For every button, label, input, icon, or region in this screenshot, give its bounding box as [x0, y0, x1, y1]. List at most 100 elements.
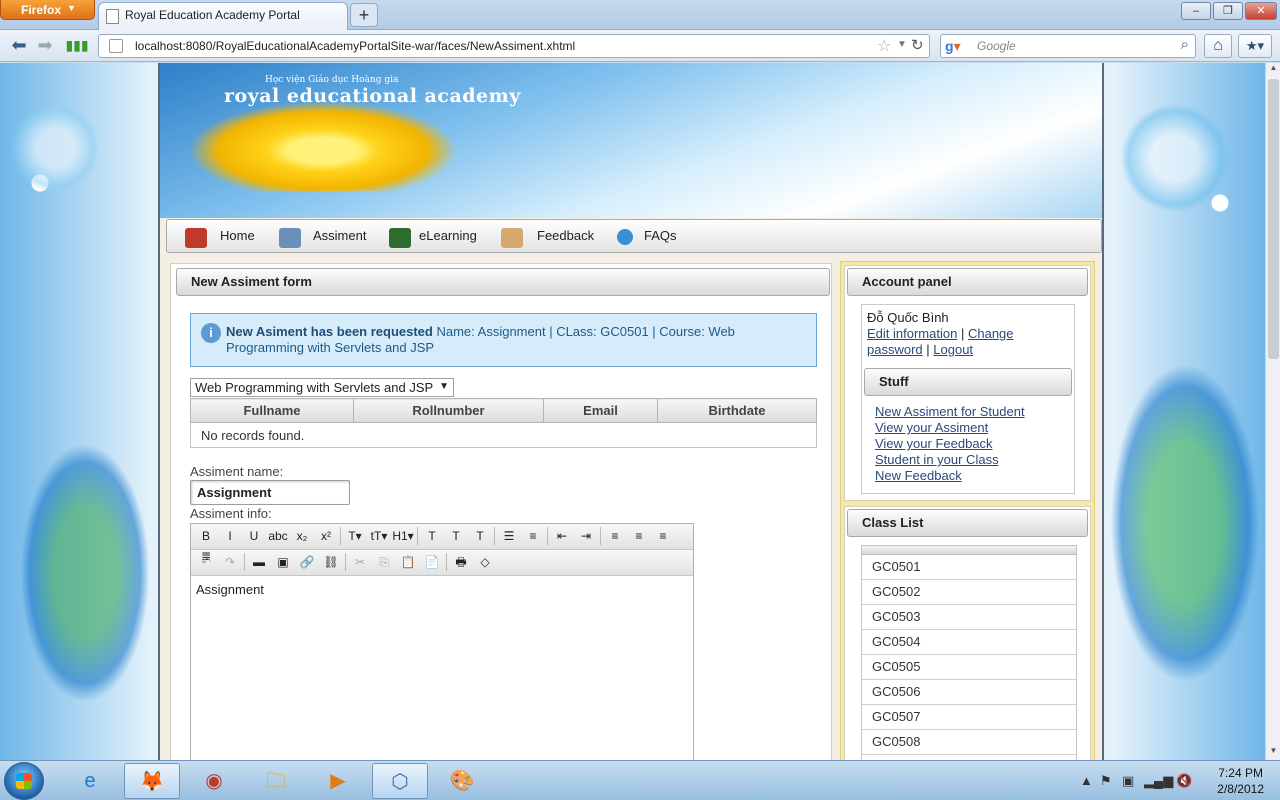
copy-button[interactable]: ⎘ — [373, 552, 395, 572]
menu-item-faqs[interactable]: FAQs — [644, 220, 677, 252]
course-select[interactable]: Web Programming with Servlets and JSP ▼ — [190, 378, 454, 397]
search-icon[interactable]: ⌕ — [1181, 36, 1189, 53]
highlight-color-button[interactable]: T — [445, 526, 467, 546]
class-list-item[interactable]: GC0507 — [862, 705, 1076, 730]
minimize-button[interactable]: – — [1181, 2, 1211, 20]
url-bar[interactable]: localhost:8080/RoyalEducationalAcademyPo… — [98, 34, 930, 58]
bookmarks-menu-icon[interactable]: ★▾ — [1238, 34, 1272, 58]
superscript-button[interactable]: x² — [315, 526, 337, 546]
assignment-name-input[interactable]: Assignment — [190, 480, 350, 505]
action-center-flag-icon[interactable]: ⚑ — [1100, 773, 1112, 789]
underline-button[interactable]: U — [243, 526, 265, 546]
column-header[interactable]: Rollnumber — [353, 398, 544, 423]
menu-item-home[interactable]: Home — [220, 220, 255, 252]
column-header[interactable]: Email — [543, 398, 658, 423]
subscript-button[interactable]: x₂ — [291, 526, 313, 546]
google-engine-icon[interactable]: g▾ — [945, 38, 961, 55]
close-window-button[interactable]: ✕ — [1245, 2, 1277, 20]
site-identity-icon — [109, 39, 123, 53]
column-header[interactable]: Fullname — [190, 398, 354, 423]
home-icon[interactable]: ⌂ — [1204, 34, 1232, 58]
menu-item-elearning[interactable]: eLearning — [419, 220, 477, 252]
font-size-button[interactable]: tT▾ — [368, 526, 390, 546]
stuff-link[interactable]: New Feedback — [875, 468, 1025, 484]
taskbar-firefox-icon[interactable]: 🦊 — [124, 763, 180, 799]
scrollbar-thumb[interactable] — [1268, 79, 1279, 359]
class-list-item[interactable]: GC0503 — [862, 605, 1076, 630]
insert-image-button[interactable]: ▣ — [272, 552, 294, 572]
search-input[interactable]: g▾ Google ⌕ — [940, 34, 1196, 58]
back-arrow-icon[interactable]: ⬅ — [6, 34, 32, 58]
url-history-dropdown-icon[interactable]: ▼ — [897, 39, 907, 50]
remove-format-button[interactable]: T — [469, 526, 491, 546]
font-family-button[interactable]: T▾ — [344, 526, 366, 546]
taskbar-chrome-icon[interactable]: ◉ — [186, 763, 242, 799]
taskbar-media-player-icon[interactable]: ▶ — [310, 763, 366, 799]
bold-button[interactable]: B — [195, 526, 217, 546]
class-list-item[interactable]: GC0501 — [862, 555, 1076, 580]
taskbar-clock[interactable]: 7:24 PM 2/8/2012 — [1217, 765, 1264, 797]
heading-button[interactable]: H1▾ — [392, 526, 414, 546]
show-hidden-icons-icon[interactable]: ▲ — [1080, 773, 1093, 788]
align-center-button[interactable]: ≡ — [628, 526, 650, 546]
italic-button[interactable]: I — [219, 526, 241, 546]
stuff-link[interactable]: New Assiment for Student — [875, 404, 1025, 420]
page-scrollbar[interactable]: ▲ ▼ — [1265, 63, 1280, 760]
bullet-list-button[interactable]: ☰ — [498, 526, 520, 546]
redo-button[interactable]: ↷ — [219, 552, 241, 572]
new-tab-button[interactable]: + — [350, 3, 378, 27]
class-list-item[interactable]: GC0504 — [862, 630, 1076, 655]
text-color-button[interactable]: T — [421, 526, 443, 546]
volume-muted-icon[interactable]: 🔇 — [1176, 773, 1192, 789]
scroll-up-icon[interactable]: ▲ — [1266, 63, 1280, 77]
stuff-link[interactable]: View your Assiment — [875, 420, 1025, 436]
stuff-link[interactable]: Student in your Class — [875, 452, 1025, 468]
stuff-link[interactable]: View your Feedback — [875, 436, 1025, 452]
browser-tab[interactable]: Royal Education Academy Portal — [98, 2, 348, 30]
cut-button[interactable]: ✂ — [349, 552, 371, 572]
indent-button[interactable]: ⇥ — [575, 526, 597, 546]
horizontal-rule-button[interactable]: ▬ — [248, 552, 270, 572]
align-right-button[interactable]: ≡ — [652, 526, 674, 546]
class-list-item[interactable]: GC0506 — [862, 680, 1076, 705]
class-list-item[interactable]: GC0502 — [862, 580, 1076, 605]
windows-logo-icon — [16, 773, 32, 789]
logout-link[interactable]: Logout — [933, 342, 973, 357]
network-signal-icon[interactable]: ▂▄▆ — [1144, 773, 1173, 789]
outdent-button[interactable]: ⇤ — [551, 526, 573, 546]
print-button[interactable]: 🖶 — [450, 552, 472, 572]
restore-button[interactable]: ❐ — [1213, 2, 1243, 20]
firefox-menu-button[interactable]: Firefox ▼ — [0, 0, 95, 20]
undo-button[interactable]: ↶ — [195, 552, 217, 572]
taskbar-internet-explorer-icon[interactable]: e — [62, 763, 118, 799]
menu-item-feedback[interactable]: Feedback — [537, 220, 594, 252]
golden-wings-logo — [188, 101, 458, 191]
taskbar-virtualbox-icon[interactable]: ⬡ — [372, 763, 428, 799]
bookmark-star-icon[interactable]: ☆ — [877, 36, 891, 56]
taskbar-paint-icon[interactable]: 🎨 — [434, 763, 490, 799]
taskbar-file-explorer-icon[interactable]: 🗀 — [248, 763, 304, 799]
class-list-item[interactable]: GC0505 — [862, 655, 1076, 680]
unlink-button[interactable]: ⛓ — [320, 552, 342, 572]
strikethrough-button[interactable]: abc — [267, 526, 289, 546]
column-header[interactable]: Birthdate — [657, 398, 817, 423]
numbered-list-button[interactable]: ≡ — [522, 526, 544, 546]
search-placeholder: Google — [977, 39, 1016, 53]
scroll-down-icon[interactable]: ▼ — [1266, 746, 1280, 760]
insert-link-button[interactable]: 🔗 — [296, 552, 318, 572]
reload-icon[interactable]: ↻ — [911, 36, 924, 54]
paste-button[interactable]: 📋 — [397, 552, 419, 572]
align-left-button[interactable]: ≡ — [604, 526, 626, 546]
side-panel: Account panel Đỗ Quốc Bình Edit informat… — [840, 261, 1095, 760]
paste-text-button[interactable]: 📄 — [421, 552, 443, 572]
editor-content-area[interactable]: Assignment — [191, 576, 693, 603]
class-list-item[interactable]: GC0508 — [862, 730, 1076, 755]
menu-item-assiment[interactable]: Assiment — [313, 220, 366, 252]
signal-bars-icon[interactable]: ▮▮▮ — [64, 34, 90, 58]
source-button[interactable]: ◇ — [474, 552, 496, 572]
device-icon[interactable]: ▣ — [1122, 773, 1134, 789]
start-button[interactable] — [4, 762, 44, 800]
forward-arrow-icon[interactable]: ➡ — [32, 34, 58, 58]
edit-information-link[interactable]: Edit information — [867, 326, 957, 341]
home-books-icon — [185, 228, 207, 248]
